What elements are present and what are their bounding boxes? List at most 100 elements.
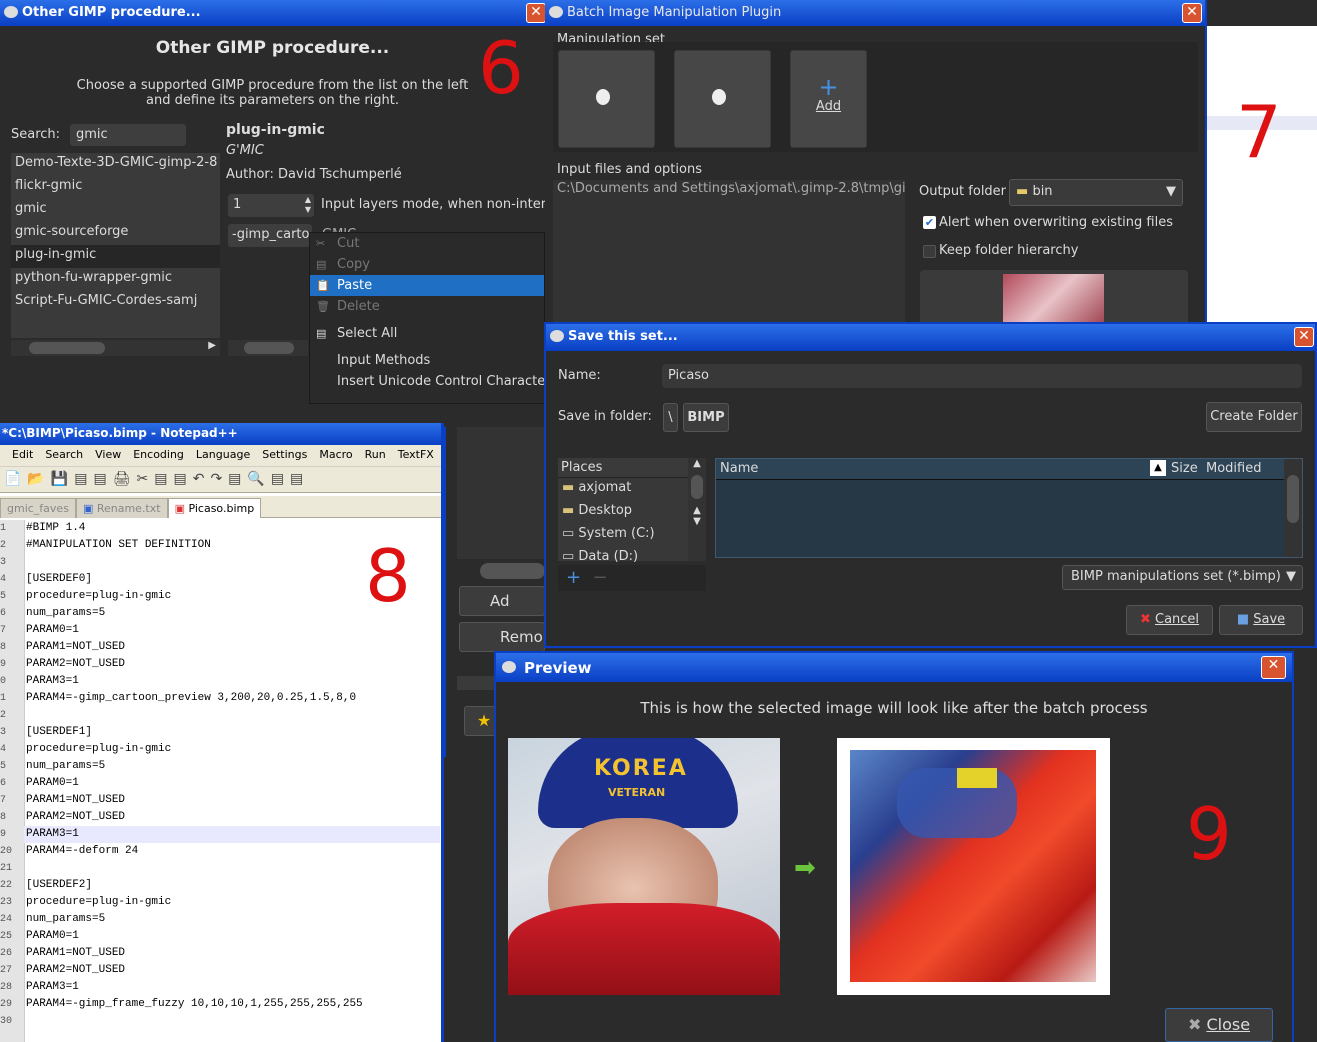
output-folder-select[interactable]: ▬ bin ▼ (1009, 179, 1183, 206)
code-line[interactable]: PARAM4=-gimp_frame_fuzzy 10,10,10,1,255,… (26, 996, 440, 1013)
procedure-list-item[interactable]: Script-Fu-GMIC-Cordes-samj (11, 291, 220, 314)
manipulation-tile[interactable] (674, 50, 771, 148)
code-line[interactable]: [USERDEF1] (26, 724, 440, 741)
close-button[interactable]: ✕ (1182, 3, 1202, 23)
code-line[interactable]: PARAM1=NOT_USED (26, 639, 440, 656)
code-line[interactable]: PARAM4=-gimp_cartoon_preview 3,200,20,0.… (26, 690, 440, 707)
code-line[interactable]: PARAM3=1 (26, 979, 440, 996)
code-line[interactable]: num_params=5 (26, 911, 440, 928)
alert-checkbox[interactable]: ✔ (923, 216, 936, 229)
menu-item[interactable]: Run (365, 448, 386, 461)
close-preview-button[interactable]: ✖ Close (1165, 1008, 1273, 1042)
close-button[interactable]: ✕ (1294, 327, 1314, 347)
menu-item[interactable]: Edit (12, 448, 33, 461)
batch-scrollbar[interactable] (480, 563, 545, 579)
remove-file-button[interactable]: Remo (459, 622, 545, 652)
menu-item[interactable]: TextFX (398, 448, 434, 461)
context-menu[interactable]: ✂ Cut ▤ Copy 📋 Paste 🗑 Delete ▤ Select All Input M… (309, 232, 551, 404)
procedure-list-item[interactable]: gmic (11, 199, 220, 222)
code-line[interactable]: PARAM1=NOT_USED (26, 792, 440, 809)
context-menu-item[interactable]: 🗑 Delete (310, 296, 544, 317)
add-place-button[interactable]: + (566, 567, 581, 588)
code-line[interactable]: procedure=plug-in-gmic (26, 741, 440, 758)
window-title: Save this set... (568, 329, 678, 344)
sort-arrow-icon[interactable]: ▲ (1150, 460, 1166, 476)
procedure-list[interactable]: Demo-Texte-3D-GMIC-gimp-2-8 flickr-gmic gm… (11, 153, 220, 338)
code-line[interactable]: PARAM0=1 (26, 928, 440, 945)
toolbar[interactable]: 📄📂💾▤▤🖨✂▤▤↶↷▤🔍▤▤ (0, 466, 441, 493)
procedure-list-item[interactable]: gmic-sourceforge (11, 222, 220, 245)
file-filter-select[interactable]: BIMP manipulations set (*.bimp) ▼ (1062, 565, 1303, 590)
code-line[interactable]: num_params=5 (26, 758, 440, 775)
place-item[interactable]: ▬ Desktop (558, 501, 706, 524)
code-line[interactable]: PARAM4=-deform 24 (26, 843, 440, 860)
code-line[interactable]: PARAM2=NOT_USED (26, 809, 440, 826)
code-line[interactable]: PARAM3=1 (26, 673, 440, 690)
close-button[interactable]: ✕ (526, 3, 545, 23)
file-tab[interactable]: ▣ Picaso.bimp (167, 498, 262, 518)
file-list[interactable]: Name ▲ Size Modified (715, 458, 1303, 558)
places-header[interactable]: Places (558, 458, 706, 478)
menu-item[interactable]: Macro (319, 448, 352, 461)
context-menu-item[interactable]: 📋 Paste (310, 275, 544, 296)
param-spinbox[interactable]: 1 ▲ ▼ (228, 194, 314, 217)
path-bimp-button[interactable]: BIMP (683, 403, 729, 432)
add-manipulation-button[interactable]: + Add (790, 50, 867, 148)
menu-item[interactable]: View (95, 448, 121, 461)
code-line[interactable]: PARAM0=1 (26, 622, 440, 639)
column-size[interactable]: Size (1171, 461, 1198, 476)
column-name[interactable]: Name (720, 461, 758, 476)
save-button[interactable]: ■ Save (1219, 605, 1303, 635)
menu-item[interactable]: Language (196, 448, 250, 461)
list-hscrollbar[interactable]: ▶ (11, 340, 220, 356)
line-number: 7 (0, 625, 7, 636)
code-line[interactable] (26, 707, 440, 724)
window-title: Preview (524, 659, 592, 677)
context-menu-item[interactable]: ▤ Copy (310, 254, 544, 275)
line-number: 29 (0, 999, 13, 1010)
close-button[interactable]: ✕ (1261, 656, 1286, 679)
context-menu-item[interactable]: Insert Unicode Control Character (310, 371, 551, 392)
code-line[interactable]: PARAM2=NOT_USED (26, 962, 440, 979)
code-line[interactable]: procedure=plug-in-gmic (26, 894, 440, 911)
spin-arrows-icon[interactable]: ▲ ▼ (305, 195, 311, 215)
procedure-list-item[interactable]: python-fu-wrapper-gmic (11, 268, 220, 291)
keep-hierarchy-checkbox[interactable] (923, 245, 936, 258)
context-menu-item[interactable]: ▤ Select All (310, 323, 544, 344)
line-number: 28 (0, 982, 13, 993)
procedure-list-item[interactable]: plug-in-gmic (11, 245, 220, 268)
remove-place-button[interactable]: − (593, 567, 608, 588)
manipulation-tile[interactable] (558, 50, 655, 148)
context-menu-item[interactable]: ✂ Cut (310, 233, 544, 254)
add-file-button[interactable]: Ad (459, 586, 545, 616)
column-modified[interactable]: Modified (1206, 461, 1261, 476)
place-item[interactable]: ▬ axjomat (558, 478, 706, 501)
create-folder-button[interactable]: Create Folder (1206, 402, 1302, 432)
place-item[interactable]: ▭ System (C:) (558, 524, 706, 547)
code-line[interactable]: PARAM3=1 (24, 826, 440, 843)
menu-item[interactable]: Encoding (133, 448, 184, 461)
code-line[interactable] (26, 860, 440, 877)
menu-item[interactable]: Search (45, 448, 83, 461)
name-input[interactable]: Picaso (662, 364, 1302, 388)
file-list-scrollbar[interactable] (1284, 459, 1302, 557)
path-root-button[interactable]: \ (663, 403, 678, 432)
code-line[interactable]: PARAM1=NOT_USED (26, 945, 440, 962)
procedure-list-item[interactable]: flickr-gmic (11, 176, 220, 199)
context-menu-item[interactable]: Input Methods (310, 350, 544, 371)
search-input[interactable]: gmic (70, 124, 186, 146)
param-hscrollbar[interactable] (228, 340, 308, 356)
code-line[interactable]: PARAM0=1 (26, 775, 440, 792)
param-text-input[interactable]: -gimp_carto (228, 224, 312, 247)
file-tab[interactable]: ▣ Rename.txt (75, 498, 168, 518)
procedure-list-item[interactable]: Demo-Texte-3D-GMIC-gimp-2-8 (11, 153, 220, 176)
file-tab[interactable]: gmic_faves (0, 498, 76, 518)
places-scrollbar[interactable]: ▲ ▲ ▼ (688, 458, 706, 561)
places-list[interactable]: ▬ axjomat ▬ Desktop ▭ System (C:) ▭ Data (D… (558, 478, 706, 570)
menu-item[interactable]: Settings (262, 448, 307, 461)
code-line[interactable]: [USERDEF2] (26, 877, 440, 894)
code-line[interactable] (26, 1013, 440, 1030)
input-file-list[interactable]: C:\Documents and Settings\axjomat\.gimp-… (553, 180, 905, 322)
code-line[interactable]: PARAM2=NOT_USED (26, 656, 440, 673)
cancel-button[interactable]: ✖ Cancel (1126, 605, 1213, 635)
